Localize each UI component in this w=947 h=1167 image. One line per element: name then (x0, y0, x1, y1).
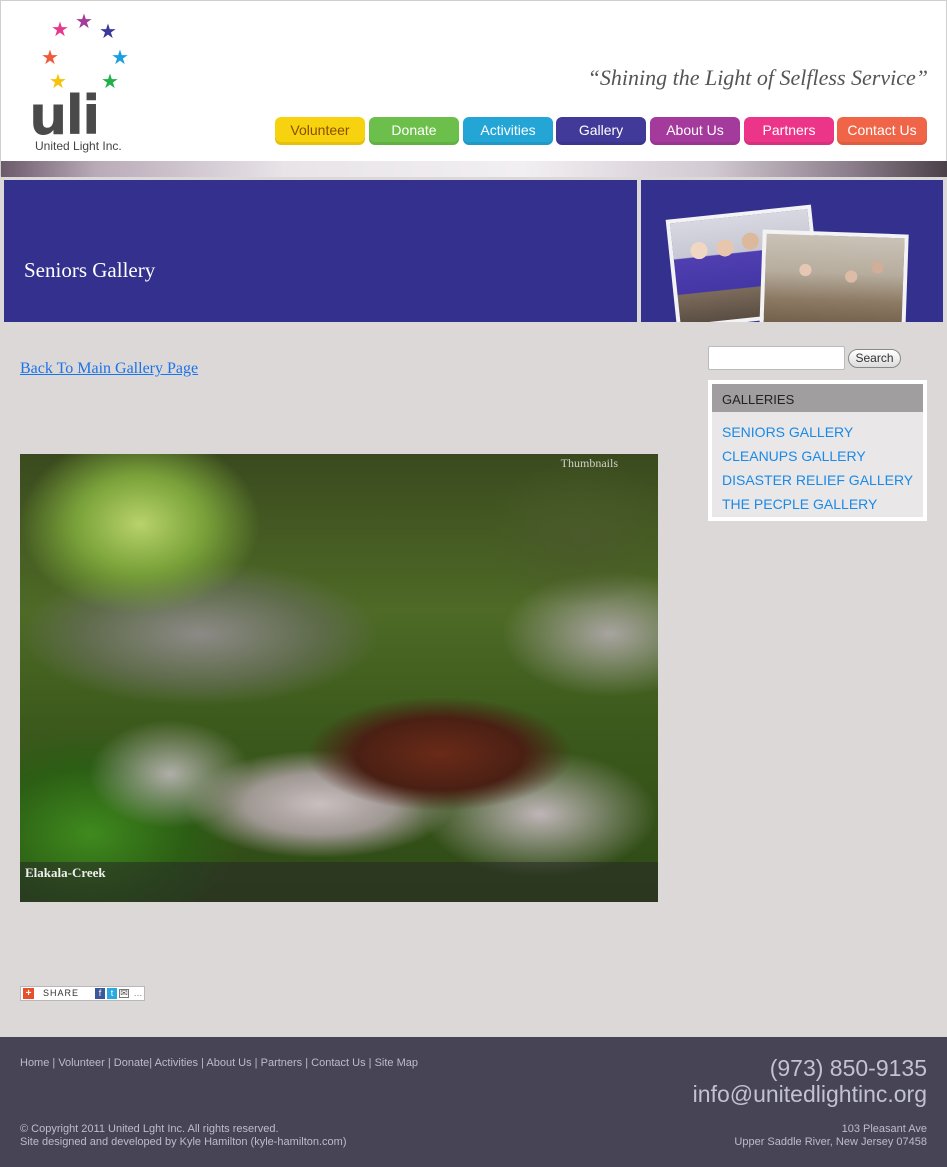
galleries-heading: GALLERIES (712, 384, 923, 412)
galleries-list: GALLERIES SENIORS GALLERY CLEANUPS GALLE… (712, 384, 923, 517)
gallery-caption-bar: Elakala-Creek (20, 862, 658, 902)
page-title: Seniors Gallery (24, 258, 156, 282)
nav-about-us-button[interactable]: About Us (650, 117, 740, 145)
nav-donate-button[interactable]: Donate (369, 117, 459, 145)
search-button[interactable]: Search (848, 349, 901, 368)
gallery-link-people[interactable]: THE PECPLE GALLERY (722, 496, 877, 512)
star-icon: ★ (41, 45, 59, 69)
footer-link-about-us[interactable]: About Us (206, 1057, 251, 1069)
thumbnails-toggle[interactable]: Thumbnails (561, 456, 618, 471)
site-footer: Home | Volunteer | Donate| Activities | … (0, 1037, 947, 1167)
star-icon: ★ (51, 17, 69, 41)
page-banner: Seniors Gallery (4, 180, 637, 322)
facebook-icon: f (95, 988, 105, 999)
nav-contact-us-button[interactable]: Contact Us (837, 117, 927, 145)
footer-link-contact-us[interactable]: Contact Us (311, 1057, 365, 1069)
footer-copyright: © Copyright 2011 United Lght Inc. All ri… (20, 1123, 347, 1149)
footer-link-partners[interactable]: Partners (261, 1057, 303, 1069)
footer-nav: Home | Volunteer | Donate| Activities | … (20, 1057, 418, 1069)
galleries-panel: GALLERIES SENIORS GALLERY CLEANUPS GALLE… (708, 380, 927, 521)
star-icon: ★ (75, 9, 93, 33)
footer-link-volunteer[interactable]: Volunteer (58, 1057, 104, 1069)
gallery-caption: Elakala-Creek (25, 865, 106, 880)
star-icon: ★ (111, 45, 129, 69)
header-photo-strip (1, 161, 947, 177)
share-label: SHARE (43, 988, 80, 998)
share-button[interactable]: + SHARE f t ✉ … (20, 986, 145, 1001)
banner-photo-seniors (759, 229, 909, 322)
nav-volunteer-button[interactable]: Volunteer (275, 117, 365, 145)
tagline: “Shining the Light of Selfless Service” (587, 65, 928, 90)
address-line-2: Upper Saddle River, New Jersey 07458 (734, 1136, 927, 1148)
copyright-text: © Copyright 2011 United Lght Inc. All ri… (20, 1123, 279, 1135)
footer-email[interactable]: info@unitedlightinc.org (693, 1081, 927, 1108)
search-input[interactable] (708, 346, 845, 370)
site-credit: Site designed and developed by Kyle Hami… (20, 1136, 347, 1148)
address-line-1: 103 Pleasant Ave (841, 1123, 927, 1135)
back-to-gallery-link[interactable]: Back To Main Gallery Page (20, 360, 198, 378)
gallery-link-disaster-relief[interactable]: DISASTER RELIEF GALLERY (722, 472, 913, 488)
banner-photos (641, 180, 943, 322)
gallery-slideshow[interactable]: Thumbnails Elakala-Creek (20, 454, 658, 902)
twitter-icon: t (107, 988, 117, 999)
gallery-link-seniors[interactable]: SENIORS GALLERY (722, 424, 853, 440)
footer-link-home[interactable]: Home (20, 1057, 49, 1069)
nav-partners-button[interactable]: Partners (744, 117, 834, 145)
footer-link-activities[interactable]: Activities (155, 1057, 198, 1069)
logo-wordmark: uli (29, 84, 100, 147)
footer-link-donate[interactable]: Donate (114, 1057, 149, 1069)
email-icon: ✉ (119, 988, 129, 998)
nav-activities-button[interactable]: Activities (463, 117, 553, 145)
star-icon: ★ (99, 19, 117, 43)
nav-gallery-button[interactable]: Gallery (556, 117, 646, 145)
footer-phone: (973) 850-9135 (769, 1055, 927, 1081)
star-icon: ★ (101, 69, 119, 93)
footer-link-site-map[interactable]: Site Map (375, 1057, 418, 1069)
more-icon: … (133, 988, 143, 998)
footer-address: 103 Pleasant Ave Upper Saddle River, New… (734, 1123, 927, 1149)
site-header: ★ ★ ★ ★ ★ ★ ★ uli United Light Inc. “Shi… (0, 0, 947, 177)
logo-subtitle: United Light Inc. (35, 139, 122, 153)
logo[interactable]: ★ ★ ★ ★ ★ ★ ★ uli United Light Inc. (25, 11, 143, 159)
gallery-link-cleanups[interactable]: CLEANUPS GALLERY (722, 448, 866, 464)
plus-icon: + (23, 988, 34, 999)
